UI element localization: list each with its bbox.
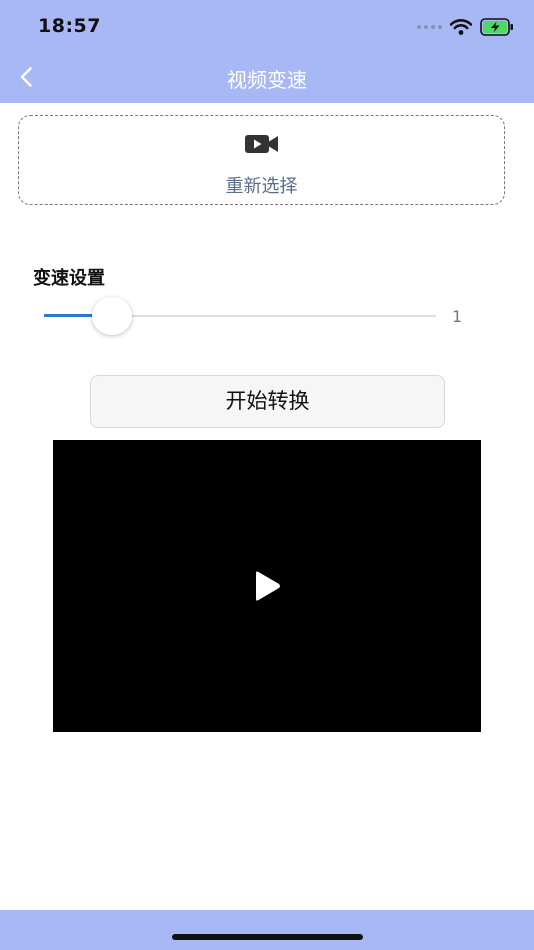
slider-thumb[interactable] [91,297,132,335]
reselect-label: 重新选择 [225,176,298,197]
battery-charging-icon [480,18,513,36]
speed-value: 1 [452,307,463,326]
start-convert-button[interactable]: 开始转换 [90,375,445,428]
wifi-icon [450,19,472,35]
play-icon[interactable] [251,570,283,602]
speed-slider[interactable] [44,296,436,336]
slider-fill [44,314,96,317]
video-camera-icon [245,135,278,153]
video-player[interactable] [53,440,481,732]
speed-settings-title: 变速设置 [33,268,105,289]
bottom-bar [0,910,534,950]
status-time: 18:57 [38,15,101,37]
header: 18:57 视频变速 [0,0,534,103]
page-title: 视频变速 [227,68,307,92]
home-indicator[interactable] [172,934,363,940]
signal-dots-icon [417,25,442,29]
status-icons [417,17,514,37]
reselect-video-button[interactable]: 重新选择 [18,115,505,205]
